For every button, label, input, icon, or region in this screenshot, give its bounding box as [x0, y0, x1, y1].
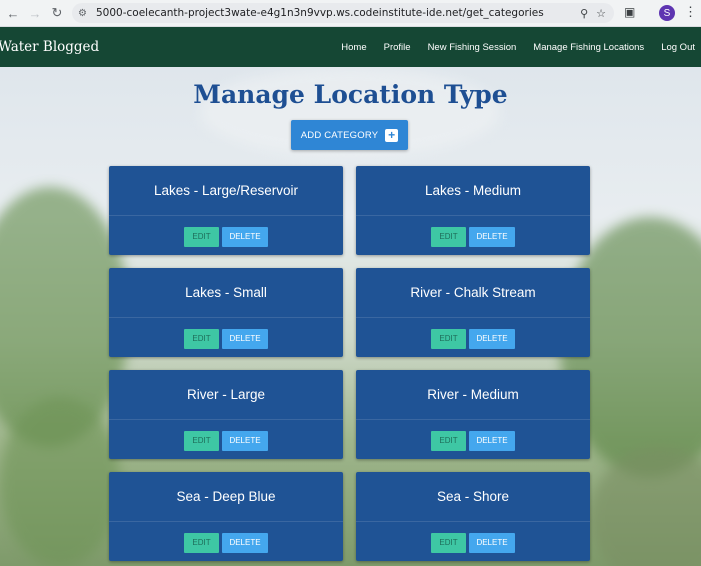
url-text: 5000-coelecanth-project3wate-e4g1n3n9vvp… [96, 7, 544, 19]
edit-button[interactable]: EDIT [431, 430, 466, 451]
edit-button[interactable]: EDIT [184, 226, 219, 247]
category-card: Lakes - Medium EDIT DELETE [356, 166, 590, 255]
browser-toolbar: ← → ↻ ⚙ 5000-coelecanth-project3wate-e4g… [0, 0, 701, 27]
nav-profile[interactable]: Profile [384, 42, 411, 53]
plus-icon: + [385, 128, 399, 142]
edit-button[interactable]: EDIT [184, 532, 219, 553]
edit-button[interactable]: EDIT [184, 430, 219, 451]
delete-button[interactable]: DELETE [469, 430, 515, 451]
nav-home[interactable]: Home [341, 42, 366, 53]
profile-avatar[interactable]: S [659, 5, 675, 21]
brand-logo[interactable]: Water Blogged [0, 39, 99, 55]
category-name: Lakes - Small [109, 268, 343, 318]
forward-icon[interactable]: → [26, 4, 44, 22]
category-card: Lakes - Small EDIT DELETE [109, 268, 343, 357]
nav-log-out[interactable]: Log Out [661, 42, 695, 53]
add-category-button[interactable]: ADD CATEGORY + [291, 120, 408, 150]
add-category-label: ADD CATEGORY [300, 129, 379, 141]
edit-button[interactable]: EDIT [431, 226, 466, 247]
delete-button[interactable]: DELETE [469, 226, 515, 247]
category-name: River - Medium [356, 370, 590, 420]
category-card: River - Chalk Stream EDIT DELETE [356, 268, 590, 357]
category-name: Sea - Deep Blue [109, 472, 343, 522]
category-card: River - Large EDIT DELETE [109, 370, 343, 459]
category-grid: Lakes - Large/Reservoir EDIT DELETE Lake… [109, 166, 591, 561]
bookmark-star-icon[interactable]: ☆ [596, 7, 606, 20]
edit-button[interactable]: EDIT [431, 328, 466, 349]
nav-links: Home Profile New Fishing Session Manage … [324, 42, 695, 53]
back-icon[interactable]: ← [4, 4, 22, 22]
category-name: Lakes - Large/Reservoir [109, 166, 343, 216]
delete-button[interactable]: DELETE [222, 430, 268, 451]
extensions-icon[interactable]: ▣ [624, 5, 635, 19]
category-card: Lakes - Large/Reservoir EDIT DELETE [109, 166, 343, 255]
nav-manage-fishing-locations[interactable]: Manage Fishing Locations [533, 42, 644, 53]
category-name: Lakes - Medium [356, 166, 590, 216]
address-bar[interactable]: ⚙ 5000-coelecanth-project3wate-e4g1n3n9v… [72, 3, 614, 23]
delete-button[interactable]: DELETE [469, 328, 515, 349]
zoom-icon[interactable]: ⚲ [580, 7, 588, 20]
category-name: River - Chalk Stream [356, 268, 590, 318]
app-navbar: Water Blogged Home Profile New Fishing S… [0, 27, 701, 67]
more-menu-icon[interactable]: ⋮ [684, 4, 697, 20]
delete-button[interactable]: DELETE [222, 226, 268, 247]
nav-new-fishing-session[interactable]: New Fishing Session [428, 42, 517, 53]
site-info-icon[interactable]: ⚙ [78, 8, 92, 19]
page-title: Manage Location Type [193, 80, 508, 109]
edit-button[interactable]: EDIT [184, 328, 219, 349]
category-name: Sea - Shore [356, 472, 590, 522]
delete-button[interactable]: DELETE [222, 532, 268, 553]
delete-button[interactable]: DELETE [222, 328, 268, 349]
delete-button[interactable]: DELETE [469, 532, 515, 553]
category-name: River - Large [109, 370, 343, 420]
edit-button[interactable]: EDIT [431, 532, 466, 553]
category-card: Sea - Deep Blue EDIT DELETE [109, 472, 343, 561]
category-card: River - Medium EDIT DELETE [356, 370, 590, 459]
reload-icon[interactable]: ↻ [48, 4, 66, 22]
category-card: Sea - Shore EDIT DELETE [356, 472, 590, 561]
